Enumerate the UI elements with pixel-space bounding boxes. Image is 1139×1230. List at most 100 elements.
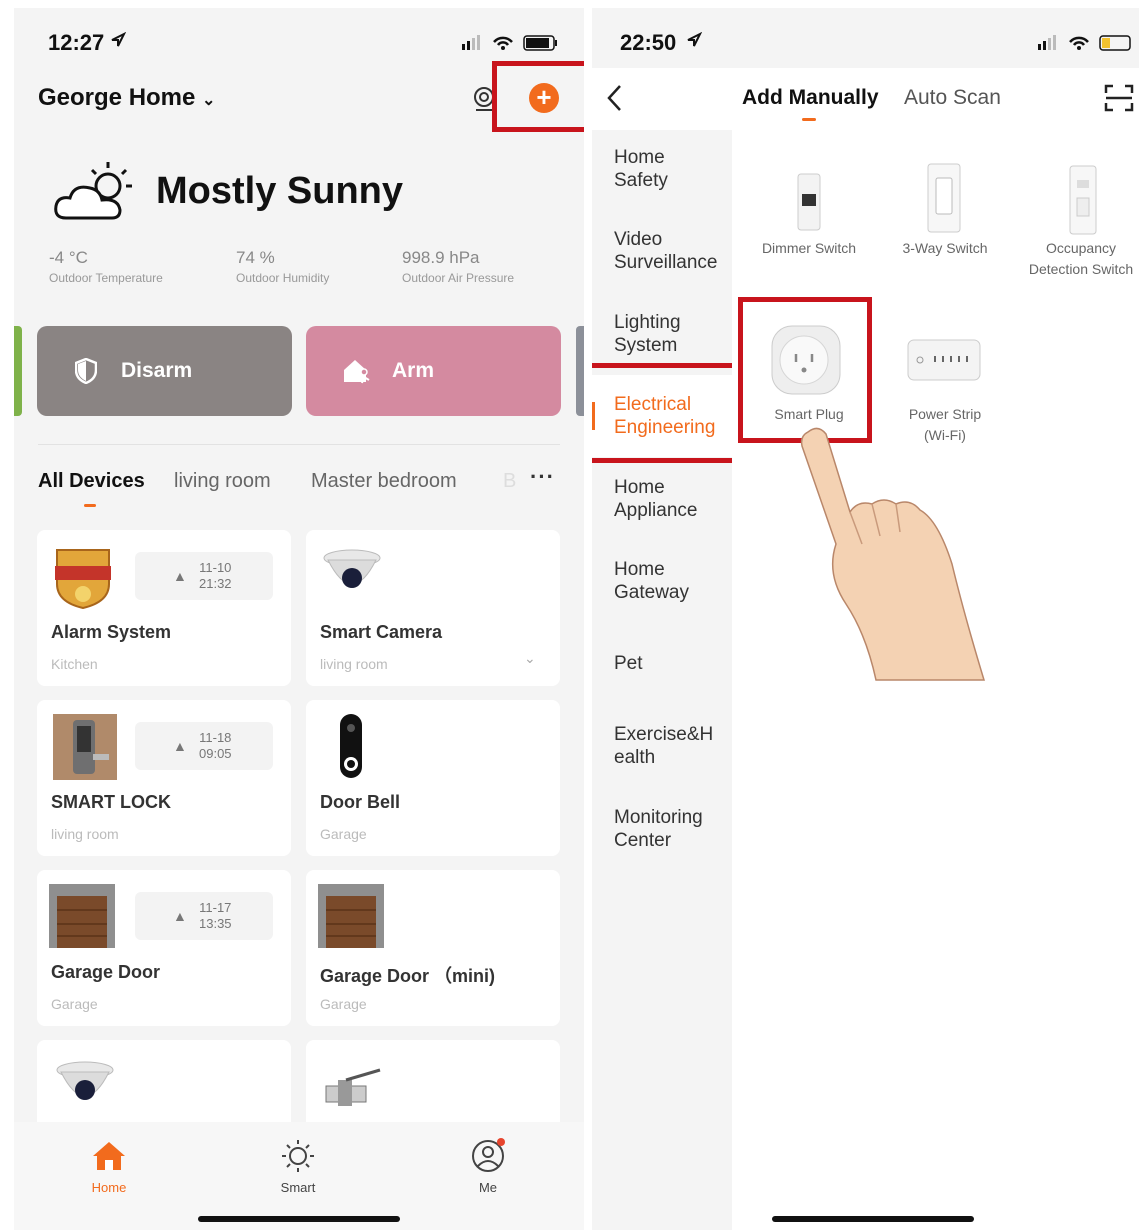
device-room: Kitchen bbox=[51, 656, 98, 672]
tab-auto-scan[interactable]: Auto Scan bbox=[904, 86, 1001, 110]
arm-button[interactable]: Arm bbox=[306, 326, 561, 416]
device-room: living room bbox=[320, 656, 388, 672]
event-badge: ▲ 11-17 13:35 bbox=[135, 892, 273, 940]
more-icon[interactable]: ··· bbox=[530, 464, 555, 490]
event-date: 11-17 bbox=[199, 900, 232, 915]
partly-sunny-icon bbox=[54, 162, 132, 220]
scene-peek-left bbox=[14, 326, 22, 416]
garage-door-icon bbox=[318, 884, 384, 948]
nav-me-label: Me bbox=[478, 1180, 498, 1195]
home-icon bbox=[93, 1142, 125, 1170]
product-label: 3-Way Switch bbox=[902, 240, 988, 256]
highlight-box bbox=[492, 61, 584, 132]
weather-condition: Mostly Sunny bbox=[156, 170, 404, 212]
category-exercise-health[interactable]: Exercise&H ealth bbox=[614, 723, 713, 769]
event-badge: ▲ 11-10 21:32 bbox=[135, 552, 273, 600]
device-card-camera[interactable]: Smart Camera living room ⌄ bbox=[306, 530, 560, 686]
smart-lock-icon bbox=[53, 714, 117, 780]
disarm-button[interactable]: Disarm bbox=[37, 326, 292, 416]
nav-smart[interactable]: Smart bbox=[258, 1128, 338, 1198]
power-strip-icon bbox=[907, 339, 981, 381]
product-label: Dimmer Switch bbox=[761, 240, 857, 256]
tab-add-manually[interactable]: Add Manually bbox=[742, 86, 879, 110]
event-badge: ▲ 11-18 09:05 bbox=[135, 722, 273, 770]
device-name: Door Bell bbox=[320, 792, 401, 812]
tab-indicator bbox=[802, 118, 816, 121]
device-card-alarm[interactable]: ▲ 11-10 21:32 Alarm System Kitchen bbox=[37, 530, 291, 686]
product-3-way-switch[interactable]: 3-Way Switch bbox=[880, 158, 1010, 288]
humidity-label: Outdoor Humidity bbox=[236, 271, 330, 285]
product-occupancy-switch[interactable]: Occupancy Detection Switch bbox=[1016, 158, 1139, 288]
tab-indicator bbox=[84, 504, 96, 507]
light-switch-icon bbox=[927, 163, 961, 233]
home-walk-icon bbox=[344, 360, 370, 384]
add-device-screen: 22:50 Add Manually Auto Scan Home Safety … bbox=[592, 8, 1139, 1230]
home-selector[interactable]: George Home ⌄ bbox=[38, 84, 215, 112]
nav-me[interactable]: Me bbox=[448, 1128, 528, 1198]
device-name: SMART LOCK bbox=[51, 792, 171, 812]
home-indicator bbox=[198, 1216, 400, 1222]
tab-all-devices[interactable]: All Devices bbox=[38, 470, 145, 493]
nav-smart-label: Smart bbox=[280, 1180, 316, 1195]
device-room: Garage bbox=[51, 996, 98, 1012]
bell-icon: ▲ bbox=[173, 908, 187, 924]
scene-peek-right bbox=[576, 326, 584, 416]
scan-icon[interactable] bbox=[1104, 84, 1134, 112]
disarm-label: Disarm bbox=[121, 359, 193, 382]
location-arrow-icon bbox=[111, 32, 126, 47]
category-home-appliance[interactable]: Home Appliance bbox=[614, 476, 697, 522]
device-card-partial[interactable] bbox=[37, 1040, 291, 1130]
device-card-garage[interactable]: ▲ 11-17 13:35 Garage Door Garage bbox=[37, 870, 291, 1026]
nav-home[interactable]: Home bbox=[69, 1128, 149, 1198]
device-name: Garage Door （mini) bbox=[320, 966, 496, 986]
device-card-partial[interactable] bbox=[306, 1040, 560, 1130]
device-room: living room bbox=[51, 826, 119, 842]
home-screen: 12:27 George Home ⌄ + Mostly Sunny -4 °C… bbox=[14, 8, 584, 1230]
occupancy-switch-icon bbox=[1069, 165, 1097, 235]
humidity-value: 74 % bbox=[236, 248, 275, 267]
profile-icon bbox=[472, 1138, 505, 1172]
temperature-label: Outdoor Temperature bbox=[49, 271, 163, 285]
bottom-nav: Home Smart Me bbox=[14, 1122, 584, 1230]
device-name: Garage Door bbox=[51, 962, 161, 982]
category-lighting-system[interactable]: Lighting System bbox=[614, 311, 681, 357]
event-time: 09:05 bbox=[199, 746, 232, 761]
category-video-surveillance[interactable]: Video Surveillance bbox=[614, 228, 718, 274]
pressure-value: 998.9 hPa bbox=[402, 248, 480, 267]
event-time: 13:35 bbox=[199, 916, 232, 931]
tab-b[interactable]: B bbox=[503, 470, 516, 493]
device-card-lock[interactable]: ▲ 11-18 09:05 SMART LOCK living room bbox=[37, 700, 291, 856]
device-card-garage-mini[interactable]: Garage Door （mini) Garage bbox=[306, 870, 560, 1026]
dome-camera-icon bbox=[323, 549, 381, 588]
tab-master-bedroom[interactable]: Master bedroom bbox=[311, 470, 457, 493]
temperature-value: -4 °C bbox=[49, 248, 88, 267]
bell-icon: ▲ bbox=[173, 568, 187, 584]
device-room: Garage bbox=[320, 996, 367, 1012]
highlight-box bbox=[592, 363, 738, 463]
back-arrow-icon[interactable] bbox=[606, 84, 624, 112]
expand-chevron-icon[interactable]: ⌄ bbox=[524, 650, 536, 667]
event-date: 11-10 bbox=[199, 560, 232, 575]
home-indicator bbox=[772, 1216, 974, 1222]
status-time: 12:27 bbox=[48, 30, 105, 55]
product-label: Occupancy Detection Switch bbox=[1028, 240, 1134, 277]
category-home-gateway[interactable]: Home Gateway bbox=[614, 558, 689, 604]
valve-icon bbox=[325, 1068, 381, 1106]
category-pet[interactable]: Pet bbox=[614, 652, 643, 675]
shield-icon bbox=[75, 358, 97, 384]
highlight-box bbox=[738, 297, 872, 443]
category-sidebar: Home Safety Video Surveillance Lighting Sys… bbox=[592, 130, 732, 1230]
category-home-safety[interactable]: Home Safety bbox=[614, 146, 668, 192]
category-monitoring-center[interactable]: Monitoring Center bbox=[614, 806, 703, 852]
dimmer-switch-icon bbox=[797, 173, 821, 231]
device-name: Alarm System bbox=[51, 622, 172, 642]
bell-icon: ▲ bbox=[173, 738, 187, 754]
device-card-doorbell[interactable]: Door Bell Garage bbox=[306, 700, 560, 856]
dome-camera-icon bbox=[56, 1061, 114, 1100]
product-dimmer-switch[interactable]: Dimmer Switch bbox=[744, 158, 874, 288]
divider bbox=[38, 444, 560, 445]
tab-living-room[interactable]: living room bbox=[174, 470, 271, 493]
arm-label: Arm bbox=[392, 359, 435, 382]
device-name: Smart Camera bbox=[320, 622, 443, 642]
event-time: 21:32 bbox=[199, 576, 232, 591]
